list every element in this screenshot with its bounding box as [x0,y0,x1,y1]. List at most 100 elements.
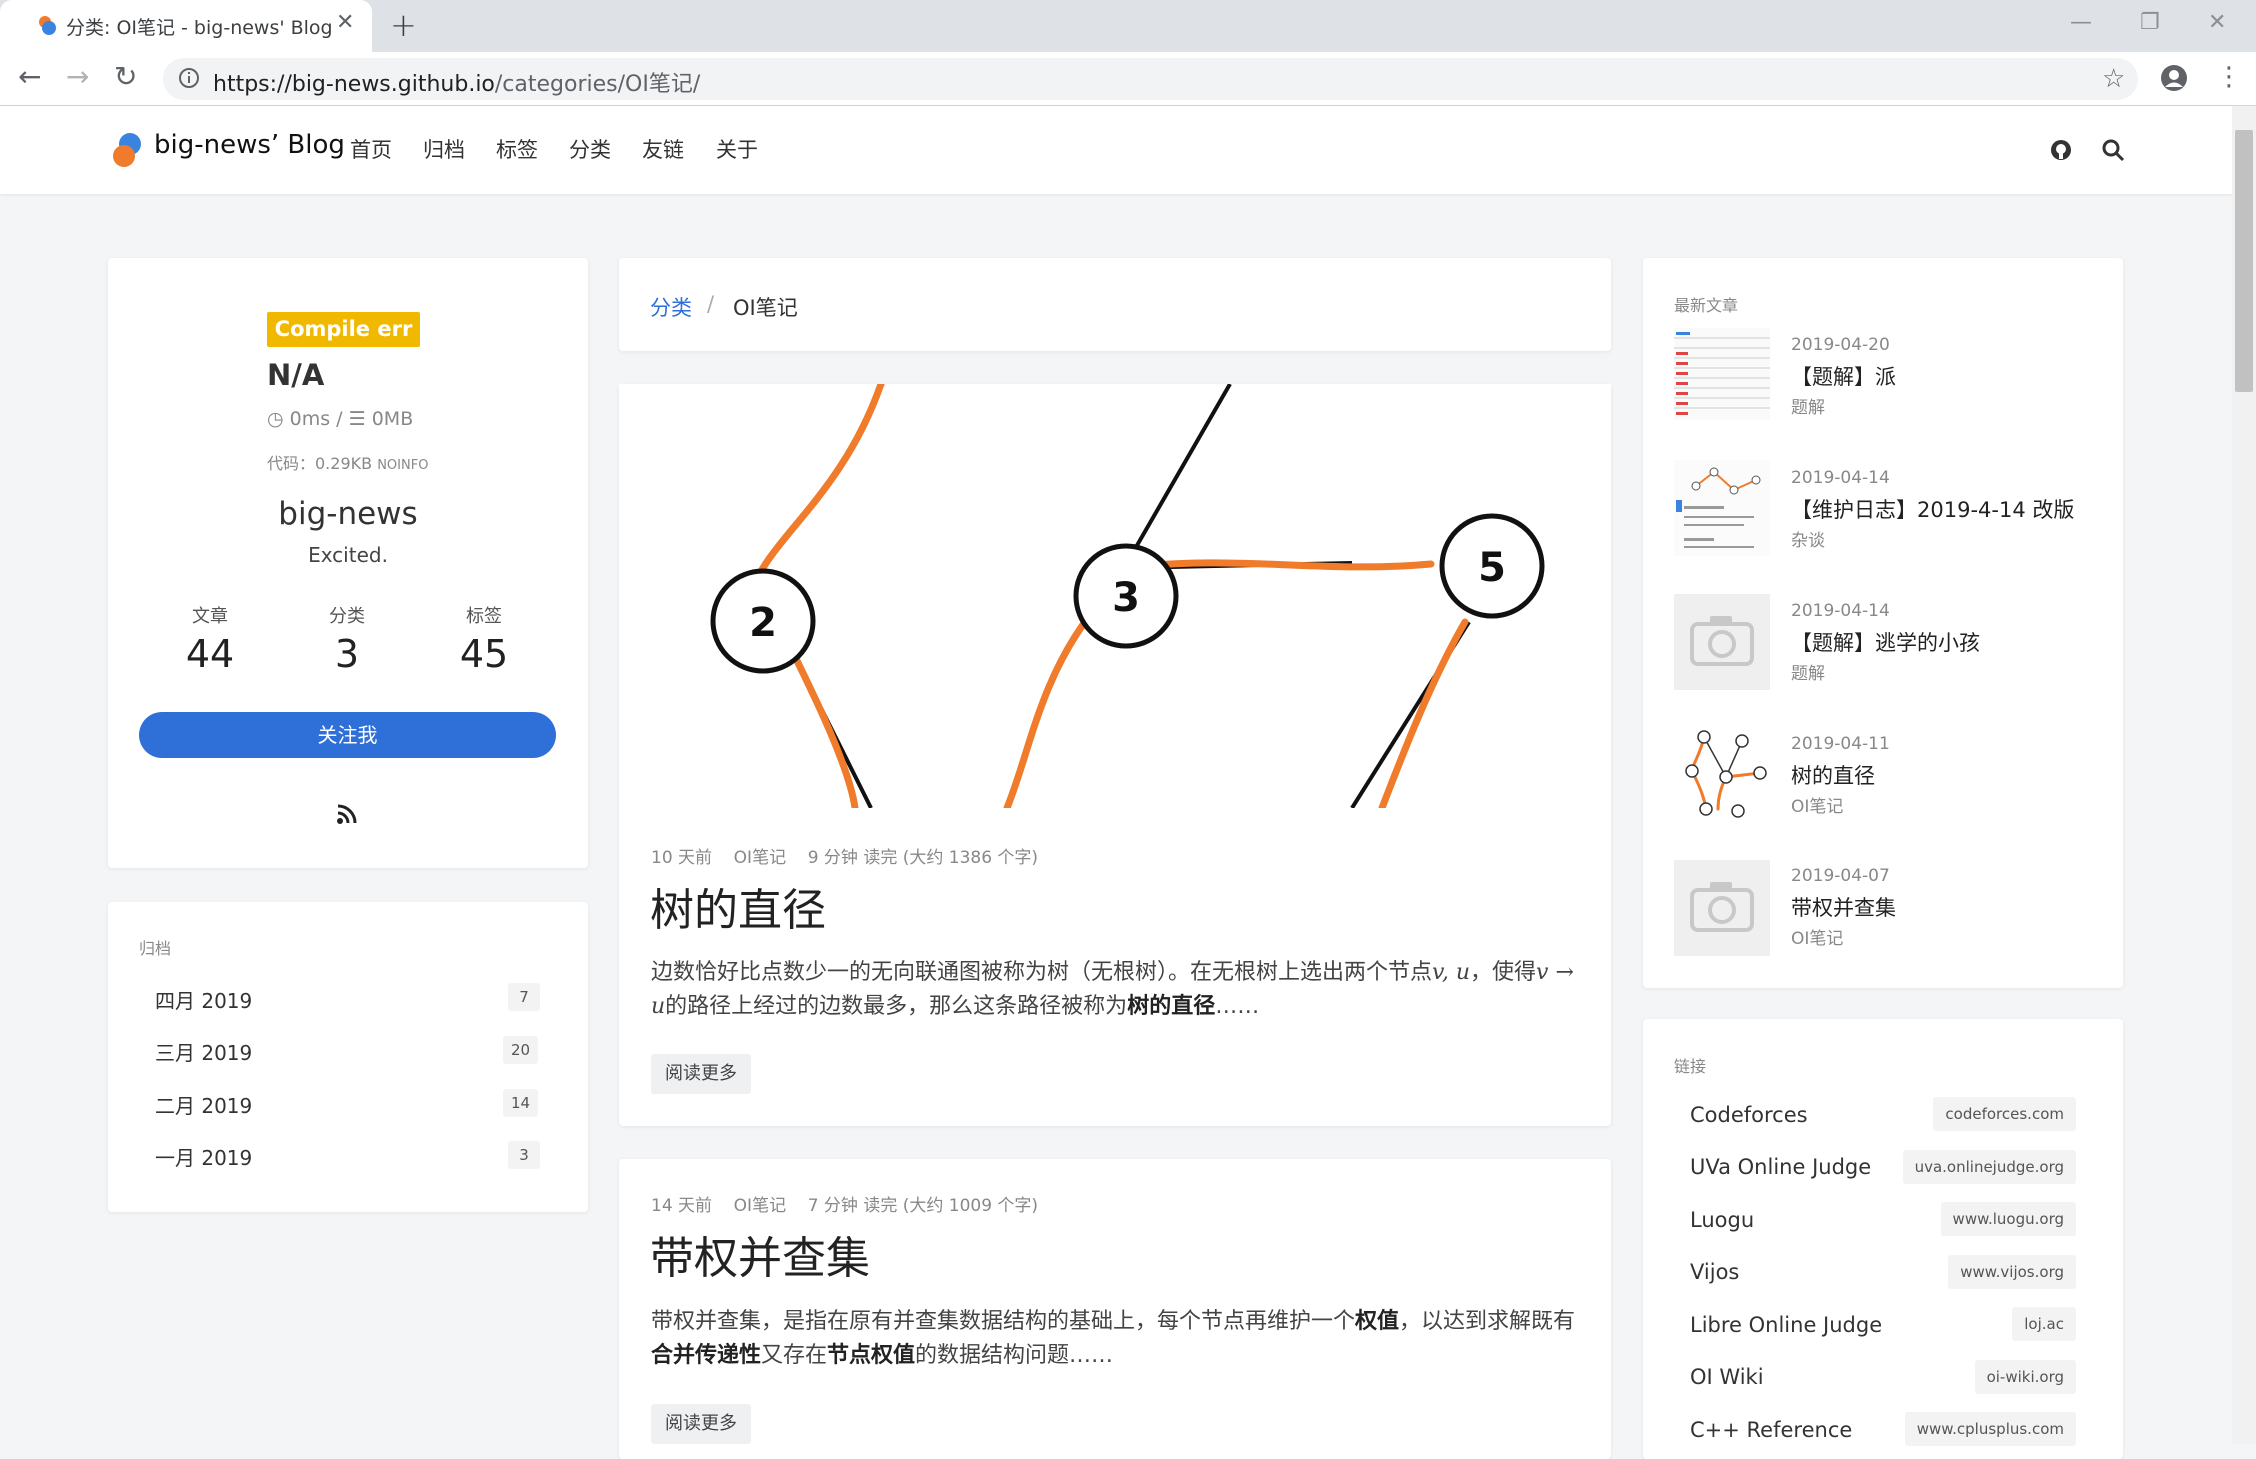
recent-post-title[interactable]: 带权并查集 [1791,892,1896,922]
tab-title: 分类: OI笔记 - big-news' Blog [66,17,333,39]
recent-post-category[interactable]: 题解 [1791,659,1825,684]
nav-home[interactable]: 首页 [350,134,392,164]
follow-button[interactable]: 关注我 [139,712,556,758]
link-item-name[interactable]: C++ Reference [1690,1418,1852,1442]
blog-brand[interactable]: big-news’ Blog [154,130,345,160]
reload-icon[interactable]: ↻ [114,60,137,93]
nav-tags[interactable]: 标签 [496,134,538,164]
recent-post-thumbnail[interactable] [1674,860,1770,956]
recent-post-date: 2019-04-11 [1791,734,1890,754]
link-item-url: uva.onlinejudge.org [1902,1150,2076,1184]
search-icon[interactable] [2101,138,2125,162]
recent-post-category[interactable]: 杂谈 [1791,526,1825,551]
post-age: 14 天前 [651,1196,713,1216]
link-item-url: www.cplusplus.com [1904,1412,2076,1446]
minimize-icon[interactable]: — [2070,10,2092,35]
recent-post-date: 2019-04-14 [1791,601,1890,621]
recent-post-thumbnail[interactable] [1674,326,1770,422]
recent-post-title[interactable]: 【题解】派 [1791,361,1896,391]
restore-icon[interactable]: ❐ [2140,10,2160,35]
archive-month-feb[interactable]: 二月 2019 [155,1090,252,1119]
nav-categories[interactable]: 分类 [569,134,611,164]
forward-icon[interactable]: → [66,60,89,93]
archive-month-mar[interactable]: 三月 2019 [155,1037,252,1066]
archive-month-jan[interactable]: 一月 2019 [155,1142,252,1171]
url-text[interactable]: https://big-news.github.io/categories/OI… [213,66,700,98]
post-thumbnail[interactable]: 2 3 5 [619,384,1611,808]
post-title[interactable]: 带权并查集 [650,1222,870,1286]
link-item-name[interactable]: UVa Online Judge [1690,1155,1871,1179]
new-tab-icon[interactable]: + [390,6,417,44]
recent-post-date: 2019-04-14 [1791,468,1890,488]
archive-count-badge: 7 [508,983,540,1011]
recent-post-category[interactable]: 题解 [1791,393,1825,418]
stat-posts-value[interactable]: 44 [160,632,260,676]
profile-name: big-news [278,496,418,532]
recent-post-title[interactable]: 树的直径 [1791,760,1875,790]
nav-about[interactable]: 关于 [716,134,758,164]
bookmark-star-icon[interactable]: ☆ [2102,64,2125,94]
recent-post-title[interactable]: 【维护日志】2019-4-14 改版 [1791,494,2074,524]
link-item-name[interactable]: Vijos [1690,1260,1739,1284]
account-icon[interactable] [2160,64,2188,92]
link-item-name[interactable]: Libre Online Judge [1690,1313,1882,1337]
recent-posts-heading: 最新文章 [1674,296,1739,315]
profile-status: N/A [267,358,325,392]
archive-heading: 归档 [139,939,172,958]
link-item-name[interactable]: Codeforces [1690,1103,1808,1127]
post-excerpt: 边数恰好比点数少一的无向联通图被称为树（无根树）。在无根树上选出两个节点v, u… [651,960,1574,1019]
post-meta: 10 天前 OI笔记 9 分钟 读完 (大约 1386 个字) [651,843,1038,868]
scrollbar-thumb[interactable] [2235,130,2253,392]
graph-node-5: 5 [1439,513,1545,619]
graph-node-label: 2 [749,600,777,646]
breadcrumb-separator: / [707,292,715,316]
stat-categories-label: 分类 [329,606,365,627]
recent-post-date: 2019-04-07 [1791,866,1890,886]
site-info-icon[interactable] [177,66,201,90]
post-excerpt: 带权并查集，是指在原有并查集数据结构的基础上，每个节点再维护一个权值，以达到求解… [651,1309,1576,1368]
profile-resource: ◷ 0ms / ☰ 0MB [267,408,414,430]
back-icon[interactable]: ← [18,60,41,93]
archive-count-badge: 20 [503,1036,539,1064]
post-category-link[interactable]: OI笔记 [734,1196,786,1216]
recent-post-thumbnail[interactable] [1674,460,1770,556]
blog-logo-icon[interactable] [108,130,148,170]
camera-icon [1674,860,1770,956]
post-read-time: 9 分钟 读完 (大约 1386 个字) [807,848,1039,868]
recent-post-thumbnail[interactable] [1674,594,1770,690]
browser-menu-icon[interactable]: ⋮ [2216,62,2242,92]
browser-tab[interactable]: 分类: OI笔记 - big-news' Blog ✕ [0,0,372,52]
post-age: 10 天前 [651,848,713,868]
read-more-button[interactable]: 阅读更多 [651,1054,751,1094]
link-item-url: oi-wiki.org [1974,1360,2076,1394]
recent-post-title[interactable]: 【题解】逃学的小孩 [1791,627,1980,657]
breadcrumb-root[interactable]: 分类 [650,292,692,322]
rss-icon[interactable] [336,803,358,825]
stat-categories-value[interactable]: 3 [297,632,397,676]
stat-tags-value[interactable]: 45 [434,632,534,676]
favicon-icon [36,14,58,36]
link-item-name[interactable]: Luogu [1690,1208,1754,1232]
github-icon[interactable] [2049,138,2073,162]
nav-friends[interactable]: 友链 [642,134,684,164]
link-item-url: codeforces.com [1933,1097,2076,1131]
close-tab-icon[interactable]: ✕ [336,10,354,35]
graph-node-3: 3 [1073,543,1179,649]
recent-post-category[interactable]: OI笔记 [1791,924,1843,949]
camera-icon [1674,594,1770,690]
archive-count-badge: 14 [503,1089,539,1117]
archive-month-apr[interactable]: 四月 2019 [155,985,252,1014]
recent-post-thumbnail[interactable] [1674,727,1770,823]
nav-archive[interactable]: 归档 [423,134,465,164]
read-more-button[interactable]: 阅读更多 [651,1404,751,1444]
recent-post-category[interactable]: OI笔记 [1791,792,1843,817]
clock-icon: ◷ [267,408,284,430]
post-category-link[interactable]: OI笔记 [734,848,786,868]
graph-node-2: 2 [710,568,816,674]
close-window-icon[interactable]: ✕ [2208,10,2226,35]
post-meta: 14 天前 OI笔记 7 分钟 读完 (大约 1009 个字) [651,1191,1038,1216]
compile-status-badge: Compile err [267,312,420,347]
post-title[interactable]: 树的直径 [650,874,826,938]
link-item-name[interactable]: OI Wiki [1690,1365,1764,1389]
profile-motto: Excited. [308,543,388,567]
